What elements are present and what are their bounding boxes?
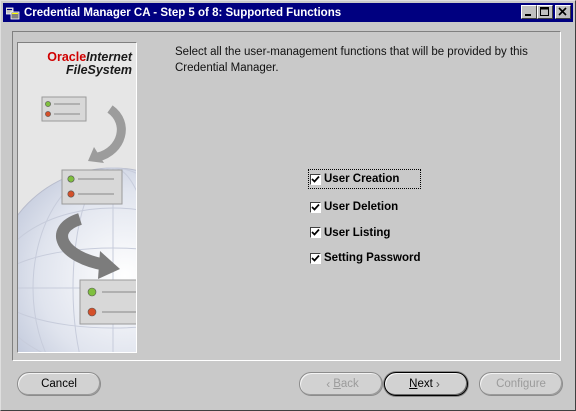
close-icon[interactable] bbox=[555, 5, 571, 19]
setting-password-checkbox[interactable]: Setting Password bbox=[308, 246, 421, 272]
cancel-button[interactable]: Cancel bbox=[17, 372, 101, 396]
user-deletion-checkbox[interactable]: User Deletion bbox=[308, 195, 421, 221]
wizard-side-graphic: OracleInternet FileSystem bbox=[17, 42, 137, 353]
user-creation-checkbox[interactable]: User Creation bbox=[308, 169, 421, 189]
app-icon[interactable] bbox=[5, 6, 20, 20]
maximize-icon[interactable] bbox=[537, 5, 553, 19]
chevron-left-icon: ‹ bbox=[326, 377, 331, 391]
instruction-text: Select all the user-management functions… bbox=[175, 46, 528, 74]
chevron-right-icon: › bbox=[435, 377, 440, 391]
oracle-ifs-logo: OracleInternet FileSystem bbox=[47, 50, 132, 77]
card-small bbox=[41, 96, 87, 122]
checkmark-icon[interactable] bbox=[310, 173, 321, 185]
window-title: Credential Manager CA - Step 5 of 8: Sup… bbox=[24, 6, 342, 19]
functions-checklist: User Creation User Deletion User Listing… bbox=[308, 169, 421, 271]
checkmark-icon[interactable] bbox=[310, 227, 321, 239]
title-bar[interactable]: Credential Manager CA - Step 5 of 8: Sup… bbox=[3, 3, 573, 22]
user-listing-checkbox[interactable]: User Listing bbox=[308, 220, 421, 246]
wizard-window: Credential Manager CA - Step 5 of 8: Sup… bbox=[0, 0, 576, 411]
checkmark-icon[interactable] bbox=[310, 252, 321, 264]
minimize-icon[interactable] bbox=[521, 5, 537, 19]
window-controls bbox=[521, 5, 571, 19]
back-button[interactable]: ‹ Back bbox=[299, 372, 383, 396]
checkmark-icon[interactable] bbox=[310, 201, 321, 213]
configure-button[interactable]: Configure bbox=[479, 372, 563, 396]
globe-illustration bbox=[18, 43, 136, 352]
card-large bbox=[79, 279, 136, 325]
next-button[interactable]: Next › bbox=[384, 372, 468, 396]
card-medium bbox=[61, 169, 123, 205]
